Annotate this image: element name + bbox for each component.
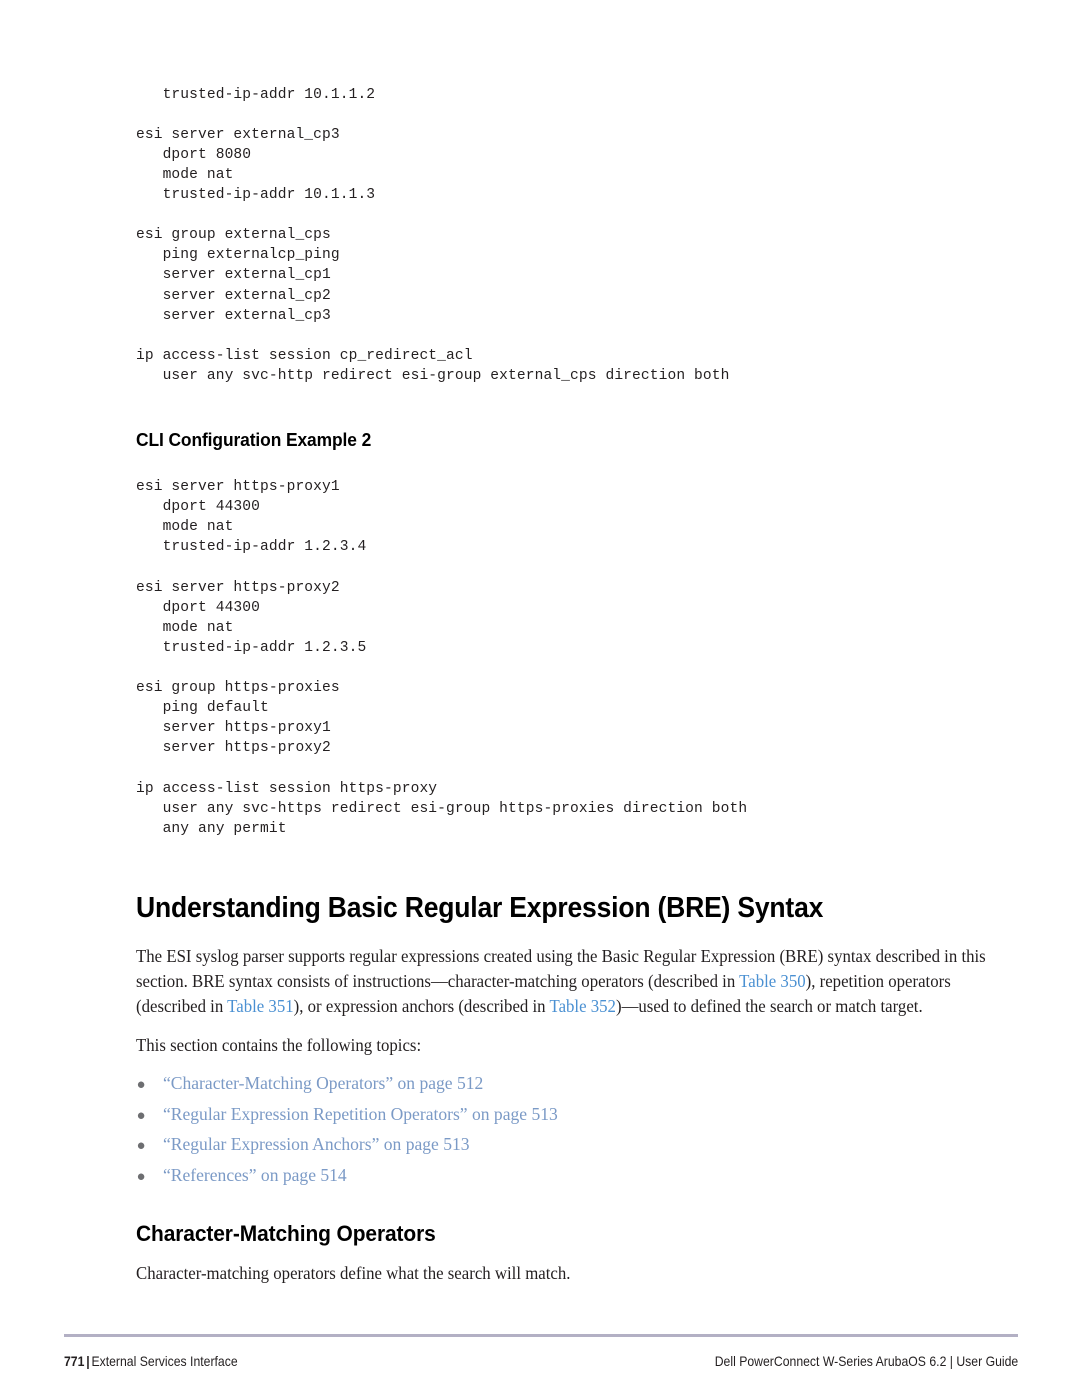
code-line: esi group external_cps (136, 227, 331, 244)
link-table-350[interactable]: Table 350 (739, 971, 805, 991)
code-line: trusted-ip-addr 10.1.1.3 (136, 187, 376, 204)
bullet-icon: ● (136, 1107, 146, 1124)
heading-understanding-bre-syntax: Understanding Basic Regular Expression (… (136, 892, 824, 925)
footer-page-number: 771 (64, 1354, 85, 1369)
code-line: any any permit (136, 820, 287, 837)
link-table-351[interactable]: Table 351 (227, 996, 293, 1016)
code-line: trusted-ip-addr 10.1.1.2 (136, 86, 376, 103)
code-line: mode nat (136, 519, 234, 536)
heading-character-matching-operators: Character-Matching Operators (136, 1221, 436, 1247)
code-line: ping default (136, 700, 269, 717)
footer-separator: | (86, 1354, 90, 1369)
footer-divider (64, 1334, 1018, 1337)
footer-left: 771 | External Services Interface (64, 1354, 238, 1369)
page-footer: 771 | External Services Interface Dell Pow… (64, 1334, 1018, 1369)
document-page: trusted-ip-addr 10.1.1.2 esi server exte… (0, 0, 1080, 1397)
code-line: server external_cp3 (136, 307, 331, 324)
code-line: dport 44300 (136, 599, 261, 616)
code-line: ping externalcp_ping (136, 247, 340, 264)
topic-link-1[interactable]: “Character-Matching Operators” on page 5… (163, 1069, 483, 1098)
code-line: server external_cp1 (136, 267, 331, 284)
bre-intro-text-4: )—used to defined the search or match ta… (615, 995, 923, 1016)
code-line: user any svc-http redirect esi-group ext… (136, 367, 730, 384)
paragraph-topics-intro: This section contains the following topi… (136, 1034, 422, 1055)
code-line: esi server https-proxy1 (136, 479, 340, 496)
paragraph-character-matching: Character-matching operators define what… (136, 1263, 571, 1284)
bullet-icon: ● (136, 1077, 146, 1094)
code-block-cli-example-2: esi server https-proxy1 dport 44300 mode… (136, 477, 1020, 839)
code-line: esi group https-proxies (136, 680, 340, 697)
topic-link-4[interactable]: “References” on page 514 (163, 1161, 347, 1190)
footer-product-title: Dell PowerConnect W-Series ArubaOS 6.2 |… (714, 1354, 1018, 1369)
code-line: trusted-ip-addr 1.2.3.5 (136, 639, 367, 656)
footer-row: 771 | External Services Interface Dell Pow… (64, 1354, 1018, 1369)
code-block-cli-example-1: trusted-ip-addr 10.1.1.2 esi server exte… (136, 85, 1020, 386)
list-item: ● “Regular Expression Repetition Operator… (136, 1100, 1020, 1131)
code-line: mode nat (136, 619, 234, 636)
code-line: mode nat (136, 166, 234, 183)
topics-list: ● “Character-Matching Operators” on page … (136, 1069, 1020, 1191)
link-table-352[interactable]: Table 352 (549, 996, 615, 1016)
heading-cli-configuration-example-2: CLI Configuration Example 2 (136, 428, 372, 450)
code-line: user any svc-https redirect esi-group ht… (136, 800, 748, 817)
page-content: trusted-ip-addr 10.1.1.2 esi server exte… (136, 0, 1020, 1286)
code-line: server external_cp2 (136, 287, 331, 304)
bre-intro-text-3: ), or expression anchors (described in (293, 995, 550, 1016)
code-line: server https-proxy2 (136, 740, 331, 757)
code-line: dport 8080 (136, 146, 252, 163)
paragraph-bre-intro: The ESI syslog parser supports regular e… (136, 944, 1024, 1018)
bullet-icon: ● (136, 1138, 146, 1155)
code-line: esi server https-proxy2 (136, 579, 340, 596)
code-line: trusted-ip-addr 1.2.3.4 (136, 539, 367, 556)
list-item: ● “References” on page 514 (136, 1161, 1020, 1192)
code-line: server https-proxy1 (136, 720, 331, 737)
bullet-icon: ● (136, 1168, 146, 1185)
topic-link-2[interactable]: “Regular Expression Repetition Operators… (163, 1100, 558, 1129)
list-item: ● “Character-Matching Operators” on page … (136, 1069, 1020, 1100)
code-line: esi server external_cp3 (136, 126, 340, 143)
list-item: ● “Regular Expression Anchors” on page 51… (136, 1130, 1020, 1161)
code-line: dport 44300 (136, 499, 261, 516)
code-line: ip access-list session https-proxy (136, 780, 438, 797)
code-line: ip access-list session cp_redirect_acl (136, 347, 473, 364)
topic-link-3[interactable]: “Regular Expression Anchors” on page 513 (163, 1130, 470, 1159)
footer-chapter-title: External Services Interface (91, 1354, 238, 1369)
